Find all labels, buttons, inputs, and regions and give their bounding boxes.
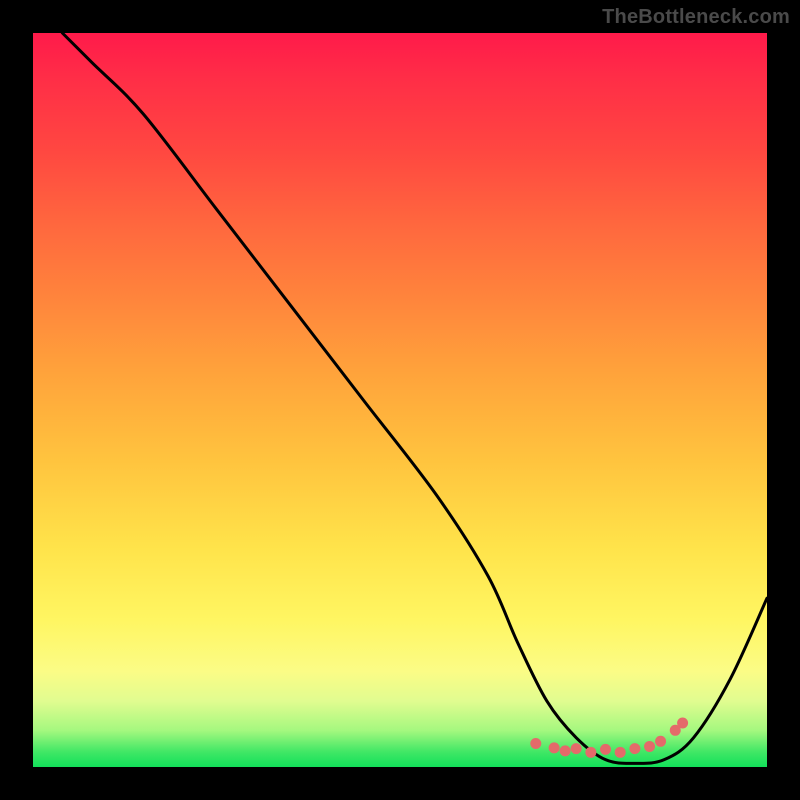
marker-dot: [615, 747, 626, 758]
marker-dot: [677, 717, 688, 728]
marker-dot: [600, 744, 611, 755]
marker-dot: [571, 743, 582, 754]
plot-area: [33, 33, 767, 767]
marker-dot: [560, 745, 571, 756]
marker-dot: [644, 741, 655, 752]
watermark-text: TheBottleneck.com: [602, 6, 790, 29]
chart-container: TheBottleneck.com: [0, 0, 800, 800]
curve-svg: [33, 33, 767, 767]
marker-dot: [655, 736, 666, 747]
marker-dot: [585, 747, 596, 758]
marker-dot: [549, 742, 560, 753]
valley-markers: [530, 717, 688, 757]
marker-dot: [629, 743, 640, 754]
bottleneck-curve: [62, 33, 767, 763]
marker-dot: [530, 738, 541, 749]
